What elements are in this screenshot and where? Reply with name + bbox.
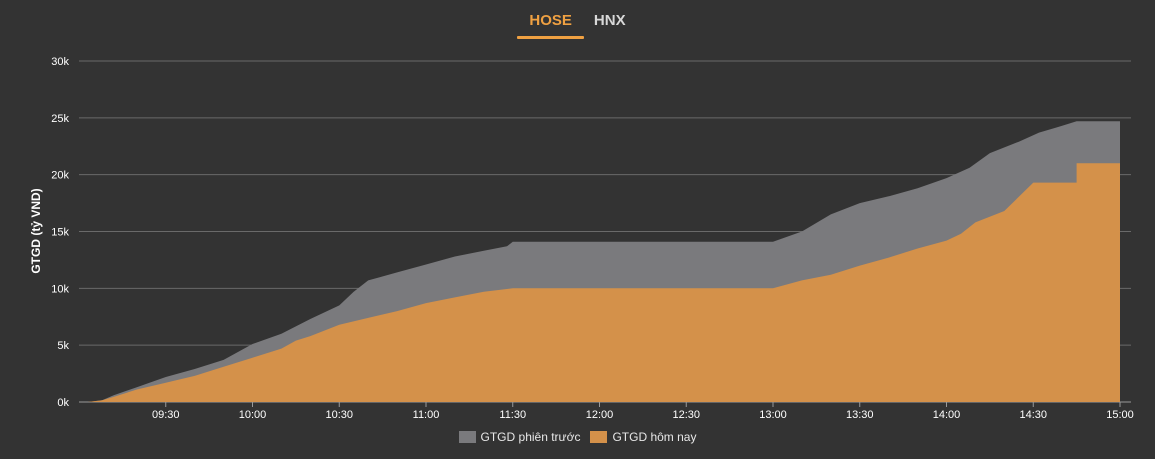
x-tick-label: 13:30	[846, 409, 874, 421]
x-tick-label: 12:00	[586, 409, 614, 421]
x-tick-label: 09:30	[152, 409, 180, 421]
x-tick-label: 14:00	[933, 409, 961, 421]
x-axis: 09:30 10:00 10:30 11:00 11:30 12:00 12:30 13:00…	[152, 402, 1134, 421]
legend-swatch-today	[590, 431, 608, 443]
area-series	[87, 121, 1121, 402]
x-tick-label: 10:30	[325, 409, 353, 421]
legend-label-today: GTGD hôm nay	[612, 430, 697, 444]
legend-swatch-previous	[458, 431, 476, 443]
y-tick-label: 20k	[51, 170, 69, 182]
y-tick-label: 30k	[51, 56, 69, 68]
y-tick-label: 10k	[51, 283, 69, 295]
x-tick-label: 11:00	[413, 409, 440, 421]
y-axis-label: GTGD (tỷ VND)	[29, 188, 43, 273]
y-tick-label: 25k	[51, 113, 69, 125]
y-tick-label: 15k	[51, 227, 69, 239]
y-tick-label: 5k	[57, 340, 69, 352]
x-tick-label: 11:30	[499, 409, 526, 421]
legend-item-today[interactable]: GTGD hôm nay	[590, 430, 696, 444]
x-tick-label: 13:00	[759, 409, 787, 421]
legend-label-previous: GTGD phiên trước	[480, 430, 581, 444]
y-tick-label: 0k	[57, 397, 69, 409]
trading-value-chart: 09:30 10:00 10:30 11:00 11:30 12:00 12:30 13:00…	[29, 56, 1134, 421]
legend-item-previous[interactable]: GTGD phiên trước	[458, 430, 581, 444]
y-axis: 0k 5k 10k 15k 20k 25k 30k	[51, 56, 69, 409]
x-tick-label: 12:30	[672, 409, 700, 421]
x-tick-label: 15:00	[1106, 409, 1134, 421]
x-tick-label: 10:00	[239, 409, 267, 421]
legend: GTGD phiên trước GTGD hôm nay	[0, 430, 1155, 444]
x-tick-label: 14:30	[1019, 409, 1047, 421]
